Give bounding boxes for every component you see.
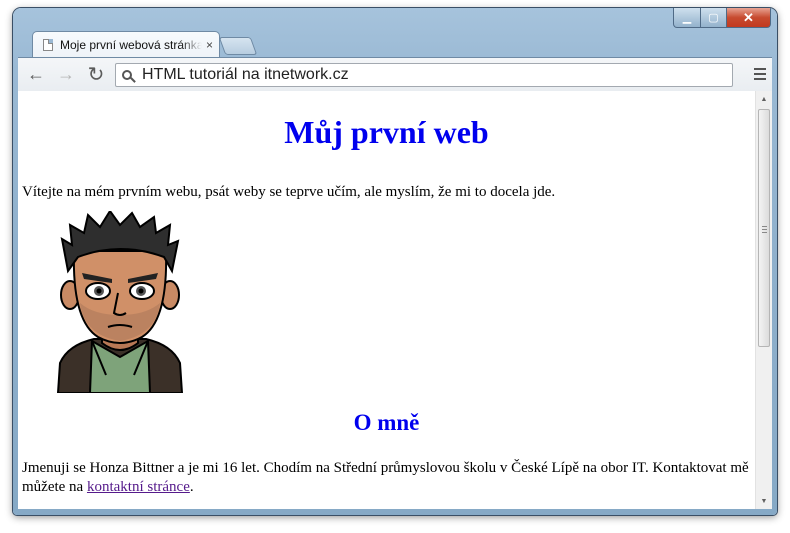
back-button[interactable]: ← xyxy=(24,63,48,85)
back-arrow-icon: ← xyxy=(27,63,45,84)
menu-icon-bar xyxy=(754,73,766,75)
reload-icon: ↻ xyxy=(87,63,105,86)
avatar-image xyxy=(56,211,184,393)
close-window-button[interactable]: ✕ xyxy=(727,8,771,28)
reload-button[interactable]: ↻ xyxy=(84,63,108,86)
forward-button[interactable]: → xyxy=(54,63,78,85)
address-bar[interactable]: HTML tutoriál na itnetwork.cz xyxy=(115,63,733,87)
tab-close-icon[interactable]: × xyxy=(206,38,213,52)
page-icon xyxy=(43,39,53,51)
vertical-scrollbar[interactable]: ▲ ▼ xyxy=(755,91,772,509)
new-tab-button[interactable] xyxy=(218,37,258,55)
tab-active[interactable]: Moje první webová stránka × xyxy=(32,31,220,58)
contact-link[interactable]: kontaktní stránce xyxy=(87,479,190,495)
menu-button[interactable] xyxy=(754,68,766,83)
browser-window: ▁ ▢ ✕ Moje první webová stránka × ← → ↻ … xyxy=(13,8,777,515)
menu-icon-bar xyxy=(754,68,766,70)
minimize-button[interactable]: ▁ xyxy=(673,8,701,28)
grip-icon xyxy=(762,226,767,235)
tab-title: Moje první webová stránka xyxy=(60,38,202,52)
about-paragraph: Jmenuji se Honza Bittner a je mi 16 let.… xyxy=(22,459,750,497)
scroll-down-arrow-icon[interactable]: ▼ xyxy=(756,493,772,509)
maximize-button[interactable]: ▢ xyxy=(701,8,727,28)
section-heading-about: O mně xyxy=(353,410,420,435)
scrollbar-thumb[interactable] xyxy=(758,109,770,347)
window-controls: ▁ ▢ ✕ xyxy=(673,8,771,28)
search-icon xyxy=(122,70,132,80)
intro-paragraph: Vítejte na mém prvním webu, psát weby se… xyxy=(22,184,556,200)
browser-toolbar: ← → ↻ HTML tutoriál na itnetwork.cz xyxy=(18,57,772,91)
forward-arrow-icon: → xyxy=(57,63,75,84)
page-viewport: Můj první web Vítejte na mém prvním webu… xyxy=(18,91,755,509)
menu-icon-bar xyxy=(754,78,766,80)
scroll-up-arrow-icon[interactable]: ▲ xyxy=(756,91,772,107)
address-text: HTML tutoriál na itnetwork.cz xyxy=(142,66,349,83)
about-end: . xyxy=(189,479,194,495)
page-title: Můj první web xyxy=(284,114,489,150)
